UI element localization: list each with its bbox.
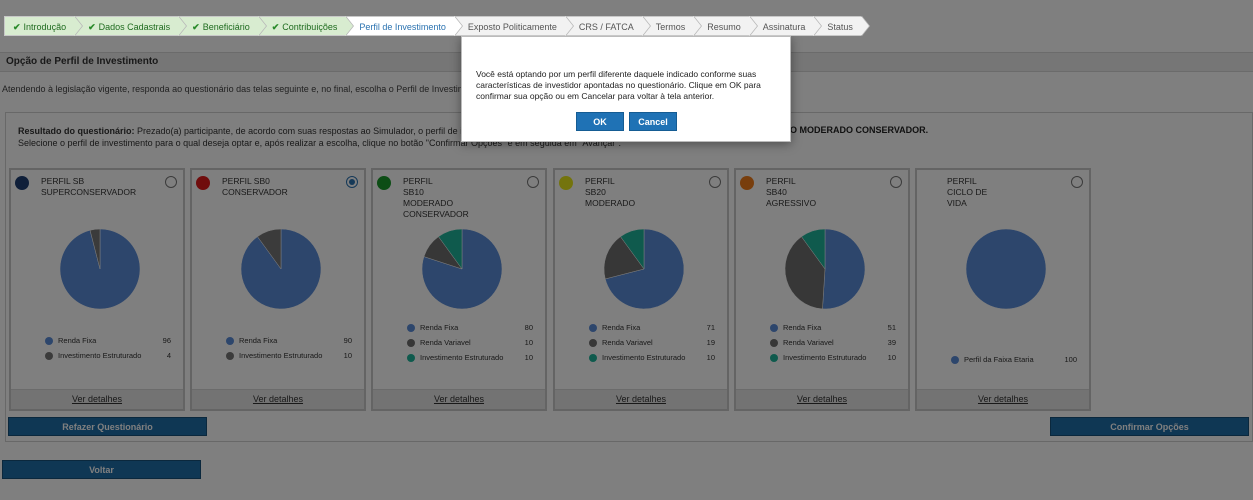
step-4[interactable]: Perfil de Investimento <box>345 16 463 36</box>
step-label: Contribuições <box>282 22 338 32</box>
checkmark-icon: ✔ <box>13 22 21 32</box>
step-0[interactable]: ✔ Introdução <box>4 16 84 36</box>
checkmark-icon: ✔ <box>271 22 280 32</box>
cancel-button[interactable]: Cancel <box>629 112 677 131</box>
step-5[interactable]: Exposto Politicamente <box>453 16 574 36</box>
step-label: Introdução <box>23 22 67 32</box>
confirm-dialog: Você está optando por um perfil diferent… <box>461 36 791 142</box>
step-label: Assinatura <box>762 22 806 32</box>
step-9[interactable]: Assinatura <box>748 16 822 36</box>
step-label: Beneficiário <box>202 22 250 32</box>
step-label: Resumo <box>707 22 741 32</box>
checkmark-icon: ✔ <box>192 22 200 32</box>
step-6[interactable]: CRS / FATCA <box>564 16 651 36</box>
step-label: CRS / FATCA <box>578 22 634 32</box>
checkmark-icon: ✔ <box>88 22 96 32</box>
step-2[interactable]: ✔ Beneficiário <box>178 16 267 36</box>
step-label: Exposto Politicamente <box>467 22 557 32</box>
step-1[interactable]: ✔ Dados Cadastrais <box>74 16 188 36</box>
step-3[interactable]: ✔ Contribuições <box>257 16 354 36</box>
step-label: Status <box>827 22 853 32</box>
ok-button[interactable]: OK <box>576 112 624 131</box>
wizard-stepbar: ✔ Introdução ✔ Dados Cadastrais ✔ Beneficiári… <box>4 16 870 36</box>
step-label: Dados Cadastrais <box>98 22 171 32</box>
step-label: Termos <box>655 22 686 32</box>
dialog-message: Você está optando por um perfil diferent… <box>476 69 761 101</box>
step-label: Perfil de Investimento <box>359 22 446 32</box>
